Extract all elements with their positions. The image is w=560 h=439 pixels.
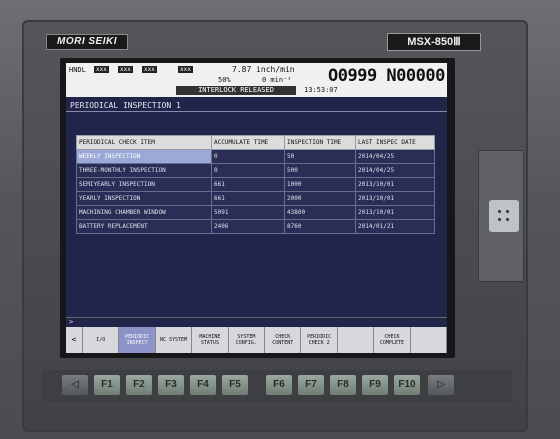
f3-key[interactable]: F3 [158,375,184,395]
table-header: PERIODICAL CHECK ITEM ACCUMULATE TIME IN… [76,135,435,150]
cell-item[interactable]: THREE-MONTHLY INSPECTION [76,163,212,178]
softkey-periodic-inspect[interactable]: PERIODIC INSPECT [119,327,156,353]
cell-inspection-time: 500 [284,163,356,178]
softkey-system-config[interactable]: SYSTEM CONFIG. [229,327,266,353]
softkey-prev[interactable]: < [66,327,83,353]
column-header: INSPECTION TIME [284,135,356,150]
cell-accumulate: 0 [211,163,285,178]
cell-inspection-time: 1000 [284,177,356,192]
model-badge: MSX-850Ⅲ [387,33,481,51]
table-row[interactable]: WEEKLY INSPECTION 0 50 2014/04/25 [76,149,435,164]
cell-item[interactable]: WEEKLY INSPECTION [76,149,212,164]
cell-accumulate: 0 [211,149,285,164]
interlock-status: INTERLOCK RELEASED [176,86,296,95]
softkey-check-complete[interactable]: CHECK COMPLETE [374,327,411,353]
f5-key[interactable]: F5 [222,375,248,395]
softkey-blank[interactable] [338,327,375,353]
column-header: PERIODICAL CHECK ITEM [76,135,212,150]
axis-indicator: xxx [118,66,133,73]
axis-indicator: xxx [94,66,109,73]
axis-indicator: xxx [142,66,157,73]
axis-indicator: xxx [178,66,193,73]
column-header: ACCUMULATE TIME [211,135,285,150]
f1-key[interactable]: F1 [94,375,120,395]
dot-icon [498,210,501,213]
cell-item[interactable]: SEMIYEARLY INSPECTION [76,177,212,192]
cell-inspection-time: 8760 [284,219,356,234]
softkey-io[interactable]: I/O [83,327,120,353]
dot-icon [506,218,509,221]
cell-inspection-time: 50 [284,149,356,164]
program-number: O0999 N00000 [328,66,445,86]
cell-date: 2013/10/01 [355,205,435,220]
right-arrow-key[interactable]: ▷ [428,375,454,395]
cell-accumulate: 661 [211,177,285,192]
f8-key[interactable]: F8 [330,375,356,395]
side-button[interactable] [489,200,519,232]
divider [66,111,447,112]
table-row[interactable]: MACHINING CHAMBER WINDOW 5091 43800 2013… [76,205,435,220]
f10-key[interactable]: F10 [394,375,420,395]
softkey-nc-system[interactable]: NC SYSTEM [156,327,193,353]
cell-item[interactable]: MACHINING CHAMBER WINDOW [76,205,212,220]
f4-key[interactable]: F4 [190,375,216,395]
clock: 13:53:07 [304,86,338,94]
softkey-bar: < I/O PERIODIC INSPECT NC SYSTEM MACHINE… [66,327,447,353]
cell-accumulate: 661 [211,191,285,206]
cell-inspection-time: 2000 [284,191,356,206]
mode-label: HNDL [69,66,86,74]
inspection-table: PERIODICAL CHECK ITEM ACCUMULATE TIME IN… [76,135,435,234]
cell-accumulate: 2406 [211,219,285,234]
status-bar: HNDL xxx xxx xxx xxx 7.87 inch/min 50% 0… [66,63,447,97]
column-header: LAST INSPEC DATE [355,135,435,150]
softkey-check-content[interactable]: CHECK CONTENT [265,327,302,353]
dot-icon [506,210,509,213]
cell-date: 2013/10/01 [355,191,435,206]
cell-date: 2013/10/01 [355,177,435,192]
left-arrow-key[interactable]: ◁ [62,375,88,395]
f7-key[interactable]: F7 [298,375,324,395]
f9-key[interactable]: F9 [362,375,388,395]
page-title: PERIODICAL INSPECTION 1 [70,101,181,110]
softkey-blank[interactable] [411,327,447,353]
cell-inspection-time: 43800 [284,205,356,220]
table-row[interactable]: YEARLY INSPECTION 661 2000 2013/10/01 [76,191,435,206]
table-row[interactable]: SEMIYEARLY INSPECTION 661 1000 2013/10/0… [76,177,435,192]
softkey-periodic-check-2[interactable]: PERIODIC CHECK 2 [301,327,338,353]
cell-date: 2014/04/25 [355,149,435,164]
feed-rate: 7.87 inch/min [232,65,295,74]
cell-accumulate: 5091 [211,205,285,220]
table-row[interactable]: BATTERY REPLACEMENT 2406 8760 2014/01/21 [76,219,435,234]
f6-key[interactable]: F6 [266,375,292,395]
f2-key[interactable]: F2 [126,375,152,395]
dot-icon [498,218,501,221]
override-percent: 50% [218,76,231,84]
cell-date: 2014/01/21 [355,219,435,234]
cell-item[interactable]: BATTERY REPLACEMENT [76,219,212,234]
cell-item[interactable]: YEARLY INSPECTION [76,191,212,206]
cell-date: 2014/04/25 [355,163,435,178]
spindle-speed: 0 min⁻¹ [262,76,292,84]
brand-logo: MORI SEIKI [46,34,128,50]
table-row[interactable]: THREE-MONTHLY INSPECTION 0 500 2014/04/2… [76,163,435,178]
softkey-machine-status[interactable]: MACHINE STATUS [192,327,229,353]
command-line[interactable]: > [66,317,447,327]
cnc-screen: HNDL xxx xxx xxx xxx 7.87 inch/min 50% 0… [66,63,447,353]
